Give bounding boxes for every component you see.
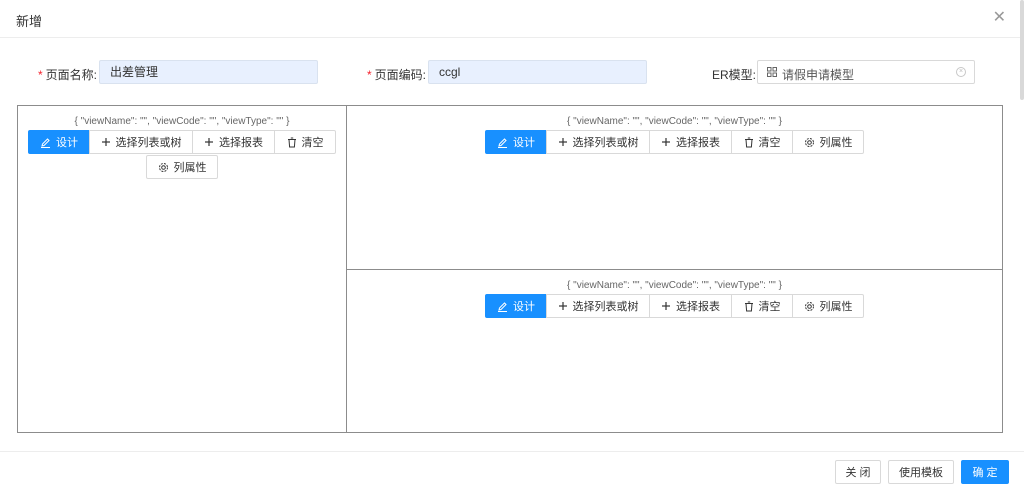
panel-toolbar: 设计 选择列表或树 选择报表 清空 列属性 <box>485 294 864 318</box>
design-button[interactable]: 设计 <box>28 130 90 154</box>
select-list-tree-button[interactable]: 选择列表或树 <box>546 130 650 154</box>
required-mark: * <box>38 68 43 82</box>
use-template-button[interactable]: 使用模板 <box>888 460 954 484</box>
confirm-button[interactable]: 确 定 <box>961 460 1009 484</box>
gear-icon <box>158 162 169 173</box>
panel-json-text: { "viewName": "", "viewCode": "", "viewT… <box>567 116 782 127</box>
column-props-button[interactable]: 列属性 <box>792 294 864 318</box>
panel-left: { "viewName": "", "viewCode": "", "viewT… <box>17 105 347 433</box>
clear-button[interactable]: 清空 <box>731 294 793 318</box>
clear-button[interactable]: 清空 <box>274 130 336 154</box>
select-list-tree-button[interactable]: 选择列表或树 <box>89 130 193 154</box>
dialog-header: 新增 ✕ <box>0 0 1024 38</box>
clear-button[interactable]: 清空 <box>731 130 793 154</box>
er-model-select[interactable]: 请假申请模型 × <box>757 60 975 84</box>
page-code-label: * 页面编码: <box>367 68 427 82</box>
plus-icon <box>558 301 568 311</box>
plus-icon <box>558 137 568 147</box>
grid-icon <box>767 67 777 77</box>
panel-right-top: { "viewName": "", "viewCode": "", "viewT… <box>346 105 1003 270</box>
required-mark: * <box>367 68 372 82</box>
pencil-icon <box>497 137 508 148</box>
page-name-label: * 页面名称: <box>38 68 98 82</box>
column-props-button[interactable]: 列属性 <box>146 155 218 179</box>
panel-toolbar: 设计 选择列表或树 选择报表 清空 <box>28 130 336 154</box>
gear-icon <box>804 301 815 312</box>
dialog-footer: 关 闭 使用模板 确 定 <box>0 451 1024 489</box>
panel-toolbar: 设计 选择列表或树 选择报表 清空 列属性 <box>485 130 864 154</box>
select-list-tree-button[interactable]: 选择列表或树 <box>546 294 650 318</box>
trash-icon <box>287 137 297 148</box>
er-model-label: ER模型: <box>712 68 757 82</box>
clear-circle-icon[interactable]: × <box>956 67 966 77</box>
panel-json-text: { "viewName": "", "viewCode": "", "viewT… <box>74 116 290 127</box>
pencil-icon <box>497 301 508 312</box>
close-icon[interactable]: ✕ <box>993 9 1006 27</box>
page-name-input[interactable]: 出差管理 <box>99 60 318 84</box>
page-code-input[interactable]: ccgl <box>428 60 647 84</box>
design-button[interactable]: 设计 <box>485 130 547 154</box>
select-report-button[interactable]: 选择报表 <box>649 130 732 154</box>
er-model-value: 请假申请模型 <box>782 68 855 82</box>
select-report-button[interactable]: 选择报表 <box>192 130 275 154</box>
trash-icon <box>744 137 754 148</box>
pencil-icon <box>40 137 51 148</box>
select-report-button[interactable]: 选择报表 <box>649 294 732 318</box>
close-button[interactable]: 关 闭 <box>835 460 881 484</box>
panel-right-bottom: { "viewName": "", "viewCode": "", "viewT… <box>346 269 1003 433</box>
form-row: * 页面名称: 出差管理 * 页面编码: ccgl ER模型: 请假申请模型 × <box>0 60 1024 86</box>
design-button[interactable]: 设计 <box>485 294 547 318</box>
plus-icon <box>661 301 671 311</box>
dialog-title: 新增 <box>16 14 43 29</box>
plus-icon <box>204 137 214 147</box>
plus-icon <box>661 137 671 147</box>
column-props-button[interactable]: 列属性 <box>792 130 864 154</box>
plus-icon <box>101 137 111 147</box>
gear-icon <box>804 137 815 148</box>
trash-icon <box>744 301 754 312</box>
panel-json-text: { "viewName": "", "viewCode": "", "viewT… <box>567 280 782 291</box>
